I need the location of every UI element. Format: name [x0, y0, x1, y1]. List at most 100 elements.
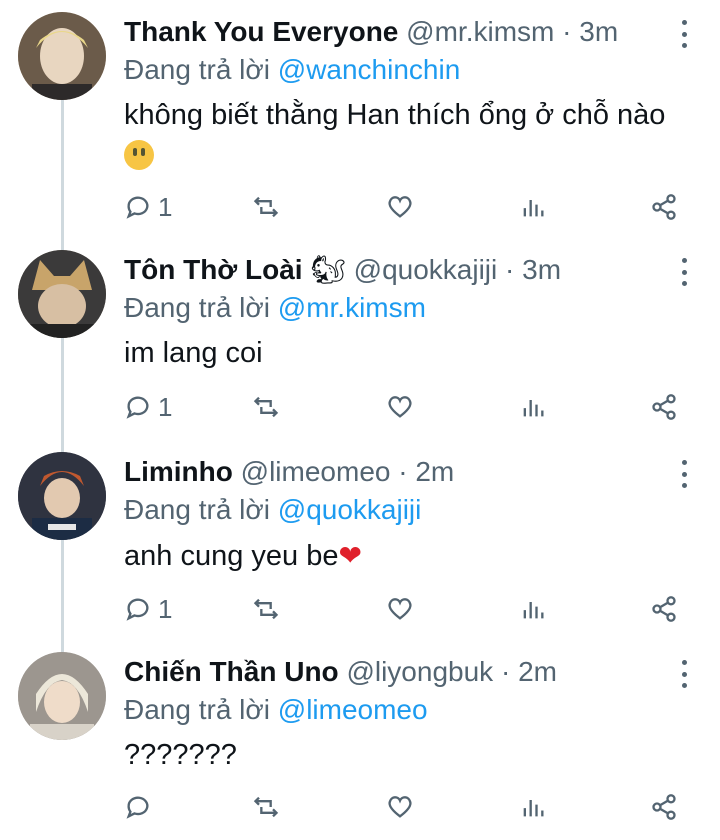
like-button[interactable]: [386, 592, 414, 626]
reply-icon: [126, 196, 149, 219]
red-heart-icon: ❤: [338, 540, 362, 571]
reply-icon: [126, 796, 149, 819]
tweet[interactable]: Tôn Thờ Loài 🐿 @quokkajiji · 3m Đang trả…: [0, 238, 720, 438]
retweet-button[interactable]: [252, 390, 280, 424]
tweet-header: Liminho @limeomeo · 2m: [124, 454, 660, 490]
timestamp[interactable]: 3m: [579, 16, 618, 47]
like-button[interactable]: [386, 790, 414, 824]
user-handle[interactable]: @mr.kimsm: [406, 16, 554, 47]
tweet-text: im lang coi: [124, 333, 684, 374]
share-icon: [652, 394, 676, 420]
share-icon: [652, 596, 676, 622]
reply-button[interactable]: [124, 790, 158, 824]
tweet-body: im lang coi: [124, 337, 263, 369]
mention-link[interactable]: @wanchinchin: [278, 54, 461, 85]
retweet-button[interactable]: [252, 190, 280, 224]
reply-icon: [126, 396, 149, 419]
action-bar: [124, 790, 684, 824]
tweet-text: không biết thằng Han thích ổng ở chỗ nào: [124, 95, 684, 177]
views-button[interactable]: [519, 790, 547, 824]
tweet-header: Chiến Thần Uno @liyongbuk · 2m: [124, 654, 660, 690]
avatar[interactable]: [18, 452, 106, 540]
avatar[interactable]: [18, 12, 106, 100]
replying-prefix: Đang trả lời: [124, 694, 270, 725]
like-button[interactable]: [386, 390, 414, 424]
share-icon: [652, 794, 676, 820]
tweet-body: không biết thằng Han thích ổng ở chỗ nào: [124, 99, 666, 131]
avatar[interactable]: [18, 250, 106, 338]
share-button[interactable]: [650, 190, 678, 224]
separator: ·: [398, 456, 408, 487]
reply-icon: [126, 598, 149, 621]
action-bar: 1: [124, 592, 684, 626]
views-button[interactable]: [519, 190, 547, 224]
tweet-body: anh cung yeu be: [124, 540, 339, 572]
analytics-icon: [523, 800, 544, 817]
more-options-icon[interactable]: [680, 20, 688, 48]
mention-link[interactable]: @mr.kimsm: [278, 292, 426, 323]
timestamp[interactable]: 2m: [415, 456, 454, 487]
heart-icon: [388, 396, 412, 418]
tweet-text: ???????: [124, 735, 684, 776]
retweet-icon: [253, 598, 279, 620]
tweet-body: ???????: [124, 739, 237, 771]
retweet-icon: [253, 196, 279, 218]
display-name[interactable]: Chiến Thần Uno: [124, 656, 339, 687]
replying-to: Đang trả lời @limeomeo: [124, 692, 428, 728]
heart-icon: [388, 598, 412, 620]
grinning-face-icon: [124, 140, 154, 170]
views-button[interactable]: [519, 592, 547, 626]
retweet-button[interactable]: [252, 790, 280, 824]
replying-prefix: Đang trả lời: [124, 292, 270, 323]
reply-button[interactable]: 1: [124, 390, 172, 424]
user-handle[interactable]: @liyongbuk: [346, 656, 493, 687]
retweet-icon: [253, 796, 279, 818]
more-options-icon[interactable]: [680, 460, 688, 488]
replying-prefix: Đang trả lời: [124, 54, 270, 85]
mention-link[interactable]: @limeomeo: [278, 694, 428, 725]
share-button[interactable]: [650, 390, 678, 424]
replying-to: Đang trả lời @quokkajiji: [124, 492, 421, 528]
user-handle[interactable]: @limeomeo: [241, 456, 391, 487]
share-button[interactable]: [650, 790, 678, 824]
reply-count: 1: [158, 593, 173, 624]
avatar[interactable]: [18, 652, 106, 740]
timestamp[interactable]: 3m: [522, 254, 561, 285]
tweet[interactable]: Liminho @limeomeo · 2m Đang trả lời @quo…: [0, 440, 720, 640]
tweet[interactable]: Thank You Everyone @mr.kimsm · 3m Đang t…: [0, 0, 720, 222]
heart-icon: [388, 796, 412, 818]
timestamp[interactable]: 2m: [518, 656, 557, 687]
retweet-button[interactable]: [252, 592, 280, 626]
analytics-icon: [523, 400, 544, 417]
mention-link[interactable]: @quokkajiji: [278, 494, 422, 525]
user-handle[interactable]: @quokkajiji: [354, 254, 498, 285]
separator: ·: [562, 16, 572, 47]
tweet-header: Thank You Everyone @mr.kimsm · 3m: [124, 14, 660, 50]
reply-count: 1: [158, 191, 173, 222]
replying-prefix: Đang trả lời: [124, 494, 270, 525]
more-options-icon[interactable]: [680, 258, 688, 286]
squirrel-icon: 🐿: [310, 254, 346, 285]
views-button[interactable]: [519, 390, 547, 424]
share-icon: [652, 194, 676, 220]
more-options-icon[interactable]: [680, 660, 688, 688]
display-name[interactable]: Liminho: [124, 456, 233, 487]
display-name[interactable]: Tôn Thờ Loài: [124, 254, 303, 285]
heart-icon: [388, 196, 412, 218]
replying-to: Đang trả lời @wanchinchin: [124, 52, 460, 88]
tweet[interactable]: Chiến Thần Uno @liyongbuk · 2m Đang trả …: [0, 640, 720, 840]
reply-count: 1: [158, 391, 173, 422]
reply-button[interactable]: 1: [124, 190, 172, 224]
analytics-icon: [523, 200, 544, 217]
analytics-icon: [523, 602, 544, 619]
separator: ·: [505, 254, 515, 285]
share-button[interactable]: [650, 592, 678, 626]
tweet-text: anh cung yeu be❤: [124, 535, 684, 577]
reply-button[interactable]: 1: [124, 592, 172, 626]
display-name[interactable]: Thank You Everyone: [124, 16, 398, 47]
replying-to: Đang trả lời @mr.kimsm: [124, 290, 426, 326]
action-bar: 1: [124, 190, 684, 224]
tweet-header: Tôn Thờ Loài 🐿 @quokkajiji · 3m: [124, 252, 660, 288]
retweet-icon: [253, 396, 279, 418]
like-button[interactable]: [386, 190, 414, 224]
